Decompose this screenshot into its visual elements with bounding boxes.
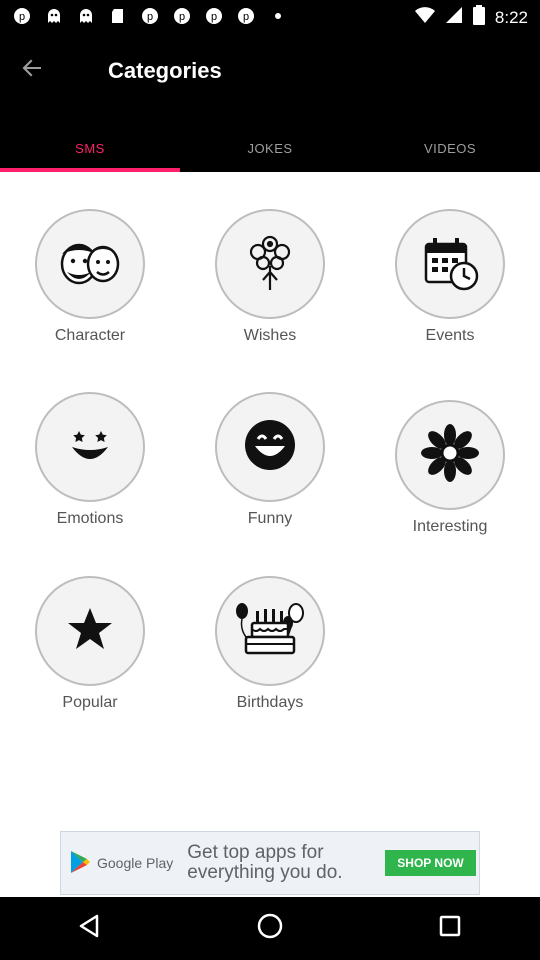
shop-now-button[interactable]: SHOP NOW — [385, 850, 476, 876]
birthday-cake-icon — [232, 599, 308, 664]
category-label: Character — [54, 327, 126, 344]
category-popular[interactable]: Popular — [0, 576, 180, 712]
tab-sms[interactable]: SMS — [0, 124, 180, 172]
sd-card-icon — [108, 6, 128, 26]
svg-text:p: p — [147, 11, 153, 23]
category-label: Popular — [62, 694, 118, 711]
status-right: 8:22 — [414, 5, 528, 30]
signal-icon — [445, 6, 463, 29]
notification-icons: p p p p p — [12, 6, 288, 26]
ad-banner[interactable]: Google Play Get top apps for everything … — [60, 831, 480, 895]
screen: p p p p p 8:22 Categories SMS JOKES VIDE… — [0, 0, 540, 960]
tab-label: JOKES — [247, 140, 293, 156]
category-birthdays[interactable]: Birthdays — [180, 576, 360, 712]
category-label: Funny — [247, 510, 293, 527]
back-button[interactable] — [14, 52, 50, 88]
tab-jokes[interactable]: JOKES — [180, 124, 360, 172]
ghost-icon — [44, 6, 64, 26]
battery-icon — [472, 5, 485, 30]
ghost-icon — [76, 6, 96, 26]
calendar-clock-icon — [420, 232, 480, 297]
category-circle — [35, 576, 145, 686]
svg-text:p: p — [243, 11, 249, 23]
category-label: Birthdays — [236, 694, 304, 711]
p-icon: p — [204, 6, 224, 26]
home-nav-button[interactable] — [246, 905, 294, 953]
svg-text:p: p — [179, 11, 185, 23]
laughing-face-icon — [243, 418, 297, 477]
back-triangle-icon — [77, 913, 103, 944]
category-circle — [35, 209, 145, 319]
app-bar: Categories SMS JOKES VIDEOS — [0, 32, 540, 172]
svg-text:p: p — [211, 11, 217, 23]
p-icon: p — [12, 6, 32, 26]
wifi-icon — [414, 6, 435, 29]
category-emotions[interactable]: Emotions — [0, 392, 180, 528]
category-circle — [215, 576, 325, 686]
category-label: Events — [425, 327, 475, 344]
p-icon: p — [236, 6, 256, 26]
recents-nav-button[interactable] — [426, 905, 474, 953]
p-icon: p — [140, 6, 160, 26]
category-circle — [35, 392, 145, 502]
home-circle-icon — [256, 912, 284, 945]
google-play-logo: Google Play — [69, 850, 173, 877]
arrow-left-icon — [21, 57, 43, 84]
category-wishes[interactable]: Wishes — [180, 209, 360, 345]
ad-brand: Google Play — [97, 855, 174, 871]
category-circle — [395, 400, 505, 510]
recents-square-icon — [438, 914, 462, 943]
play-triangle-icon — [69, 850, 91, 877]
character-icon — [55, 232, 125, 297]
category-circle — [215, 209, 325, 319]
status-time: 8:22 — [494, 7, 528, 27]
category-events[interactable]: Events — [360, 209, 540, 345]
category-character[interactable]: Character — [0, 209, 180, 345]
ad-text: Get top apps for everything you do. — [187, 842, 343, 883]
navigation-bar — [0, 897, 540, 960]
flower-bouquet-icon — [245, 232, 295, 297]
smiley-face-icon — [65, 425, 115, 470]
tab-label: VIDEOS — [423, 140, 477, 156]
category-label: Emotions — [56, 510, 124, 527]
page-title: Categories — [108, 58, 222, 83]
category-funny[interactable]: Funny — [180, 392, 360, 528]
category-label: Interesting — [412, 518, 488, 535]
category-circle — [215, 392, 325, 502]
svg-text:p: p — [19, 11, 25, 23]
category-interesting[interactable]: Interesting — [360, 400, 540, 536]
tab-indicator — [0, 168, 180, 172]
status-bar: p p p p p 8:22 — [0, 0, 540, 32]
p-icon: p — [172, 6, 192, 26]
dot-icon — [268, 6, 288, 26]
back-nav-button[interactable] — [66, 905, 114, 953]
tab-label: SMS — [75, 140, 105, 156]
category-circle — [395, 209, 505, 319]
tab-videos[interactable]: VIDEOS — [360, 124, 540, 172]
tab-bar: SMS JOKES VIDEOS — [0, 124, 540, 172]
star-icon — [66, 605, 114, 658]
flower-icon — [418, 421, 482, 490]
category-label: Wishes — [243, 327, 297, 344]
